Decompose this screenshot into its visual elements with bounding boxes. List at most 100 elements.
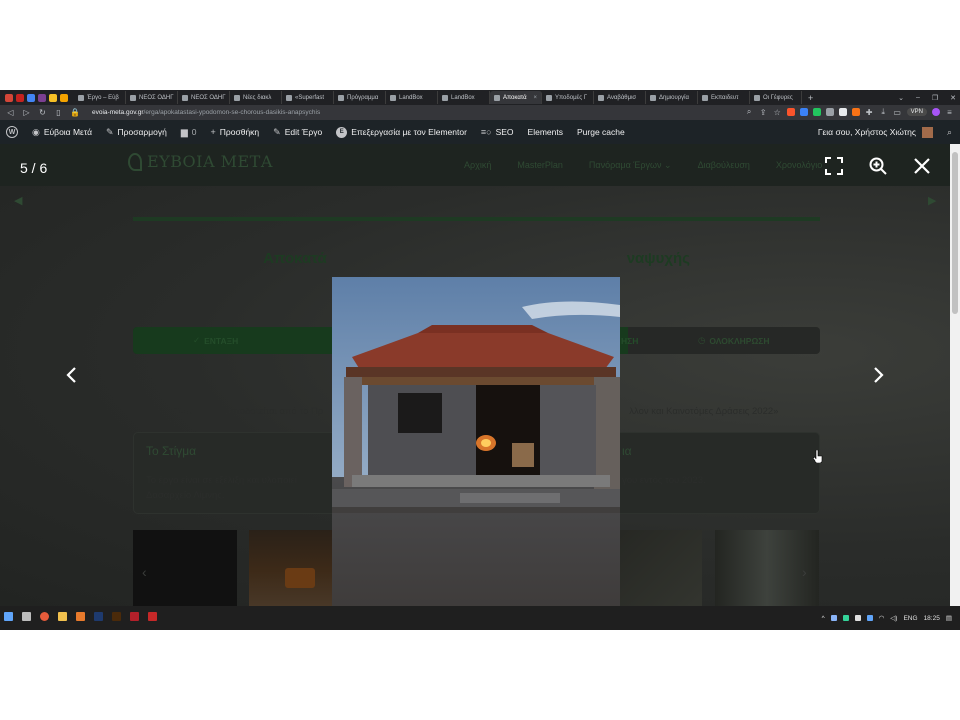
wp-seo[interactable]: ≡○ SEO bbox=[481, 127, 514, 137]
lightbox-next-icon[interactable] bbox=[872, 366, 888, 386]
browser-tab[interactable]: «Superfast bbox=[282, 91, 334, 104]
task-view-icon[interactable] bbox=[22, 612, 31, 621]
restore-button[interactable]: ❐ bbox=[932, 94, 938, 102]
tab-title: «Superfast bbox=[295, 94, 325, 101]
close-tab-icon[interactable]: × bbox=[533, 95, 537, 101]
minimize-button[interactable]: – bbox=[916, 94, 920, 101]
bookmark-icon[interactable]: ▯ bbox=[54, 108, 63, 117]
gmail-icon[interactable] bbox=[5, 93, 13, 102]
photoshop-icon[interactable] bbox=[94, 612, 103, 621]
browser-tab[interactable]: Δημιουργία bbox=[646, 91, 698, 104]
zoom-in-icon[interactable] bbox=[868, 156, 888, 176]
wp-account[interactable]: Γεια σου, Χρήστος Χιώτης ⌕ bbox=[818, 120, 952, 144]
extension-icon-1[interactable] bbox=[799, 108, 808, 116]
search-icon[interactable]: ⌕ bbox=[947, 127, 952, 138]
scrollbar-thumb[interactable] bbox=[952, 152, 958, 314]
page-scrollbar[interactable] bbox=[950, 144, 960, 606]
calendar-icon[interactable] bbox=[27, 93, 35, 102]
browser-tab[interactable]: LandBox bbox=[438, 91, 490, 104]
wp-purge-cache[interactable]: Purge cache bbox=[577, 127, 625, 137]
tray-chevron-icon[interactable]: ^ bbox=[822, 615, 825, 622]
fullscreen-icon[interactable] bbox=[824, 156, 844, 176]
page-prev-icon[interactable]: ◀ bbox=[14, 194, 22, 207]
sidebar-icon[interactable]: ▭ bbox=[893, 108, 902, 117]
tray-icon[interactable] bbox=[854, 615, 861, 621]
zoom-icon[interactable]: ⌕ bbox=[745, 107, 754, 117]
app-icon-orange[interactable] bbox=[76, 612, 85, 621]
back-icon[interactable]: ◁ bbox=[6, 108, 15, 117]
wp-comments[interactable]: ▆ 0 bbox=[181, 127, 197, 138]
tab-title: Αποκατά bbox=[503, 94, 527, 101]
tab-title: Οι Γέφυρες bbox=[763, 94, 793, 101]
url-field[interactable]: evoia-meta.gov.gr/erga/apokatastasi-ypod… bbox=[92, 109, 320, 116]
browser-tab[interactable]: ΝΕΟΣ ΟΔΗΓ bbox=[126, 91, 178, 104]
wp-elements[interactable]: Elements bbox=[528, 127, 563, 137]
start-icon[interactable] bbox=[4, 612, 13, 621]
extension-icon-5[interactable] bbox=[851, 108, 860, 116]
tab-favicon-icon bbox=[754, 94, 760, 101]
volume-icon[interactable]: ◁) bbox=[890, 614, 897, 622]
acrobat-icon[interactable] bbox=[148, 612, 157, 621]
close-icon[interactable] bbox=[912, 156, 932, 176]
tab-search-icon[interactable]: ⌄ bbox=[898, 94, 904, 102]
notes-icon[interactable] bbox=[60, 93, 68, 102]
page-next-icon[interactable]: ▶ bbox=[928, 194, 936, 207]
tray-icon[interactable] bbox=[866, 615, 873, 621]
gmail-icon-2[interactable] bbox=[16, 93, 24, 102]
reload-icon[interactable]: ↻ bbox=[38, 108, 47, 117]
seo-label: SEO bbox=[495, 127, 514, 137]
illustrator-icon[interactable] bbox=[112, 612, 121, 621]
brave-shield-icon[interactable] bbox=[786, 108, 795, 116]
extension-icon-3[interactable] bbox=[825, 108, 834, 116]
brush-icon: ✎ bbox=[105, 126, 114, 137]
wp-site-name[interactable]: ◉ Εύβοια Μετά bbox=[32, 127, 92, 138]
tab-favicon-icon bbox=[598, 94, 604, 101]
browser-tab[interactable]: Νέες διακλ bbox=[230, 91, 282, 104]
tray-icon[interactable] bbox=[830, 615, 837, 621]
chrome-icon[interactable] bbox=[40, 612, 49, 621]
download-icon[interactable]: ⤓ bbox=[879, 107, 888, 117]
notifications-icon[interactable]: ▤ bbox=[946, 614, 952, 622]
browser-tab[interactable]: Εκπαιδευτ bbox=[698, 91, 750, 104]
tab-title: Δημιουργία bbox=[659, 94, 689, 101]
image-counter: 5 / 6 bbox=[20, 160, 48, 176]
browser-tab[interactable]: Έργο – Εύβ bbox=[74, 91, 126, 104]
wp-customize[interactable]: ✎ Προσαρμογή bbox=[106, 127, 167, 138]
wifi-icon[interactable]: ◠ bbox=[879, 614, 885, 622]
clock[interactable]: 18:25 bbox=[924, 615, 940, 622]
file-explorer-icon[interactable] bbox=[58, 612, 67, 621]
browser-tab[interactable]: Οι Γέφυρες bbox=[750, 91, 802, 104]
browser-tab[interactable]: LandBox bbox=[386, 91, 438, 104]
star-icon[interactable]: ☆ bbox=[773, 108, 782, 117]
wp-new[interactable]: + Προσθήκη bbox=[211, 127, 260, 137]
language-indicator[interactable]: ENG bbox=[903, 615, 917, 622]
profile-icon[interactable] bbox=[932, 108, 940, 116]
wp-edit[interactable]: ✎ Edit Έργο bbox=[273, 127, 322, 138]
app-icon-red[interactable] bbox=[130, 612, 139, 621]
wordpress-logo-icon[interactable]: W bbox=[6, 126, 18, 138]
pencil-icon: ✎ bbox=[273, 126, 281, 137]
slack-icon[interactable] bbox=[38, 93, 46, 102]
tab-favicon-icon bbox=[442, 94, 448, 101]
menu-icon[interactable]: ≡ bbox=[945, 108, 954, 117]
lightbox-prev-icon[interactable] bbox=[64, 366, 80, 386]
browser-tab[interactable]: Πρόγραμμα bbox=[334, 91, 386, 104]
forward-icon[interactable]: ▷ bbox=[22, 108, 31, 117]
tray-icon[interactable] bbox=[842, 615, 849, 621]
comments-count: 0 bbox=[191, 127, 197, 137]
puzzle-icon[interactable]: ✚ bbox=[865, 108, 874, 117]
tab-favicon-icon bbox=[650, 94, 656, 101]
new-tab-button[interactable]: + bbox=[802, 93, 819, 103]
browser-tab[interactable]: Υποδομές Γ bbox=[542, 91, 594, 104]
extension-icon-2[interactable] bbox=[812, 108, 821, 116]
browser-tab[interactable]: Αναβάθμισ bbox=[594, 91, 646, 104]
close-window-button[interactable]: ✕ bbox=[950, 94, 956, 102]
share-icon[interactable]: ⇪ bbox=[759, 108, 768, 117]
wp-elementor[interactable]: E Επεξεργασία με τον Elementor bbox=[336, 126, 467, 138]
lock-icon: 🔒 bbox=[70, 108, 80, 117]
browser-tab[interactable]: ΝΕΟΣ ΟΔΗΓ bbox=[178, 91, 230, 104]
keep-icon[interactable] bbox=[49, 93, 57, 102]
vpn-button[interactable]: VPN bbox=[906, 108, 927, 116]
extension-icon-4[interactable] bbox=[838, 108, 847, 116]
browser-tab[interactable]: Αποκατά × bbox=[490, 91, 542, 104]
